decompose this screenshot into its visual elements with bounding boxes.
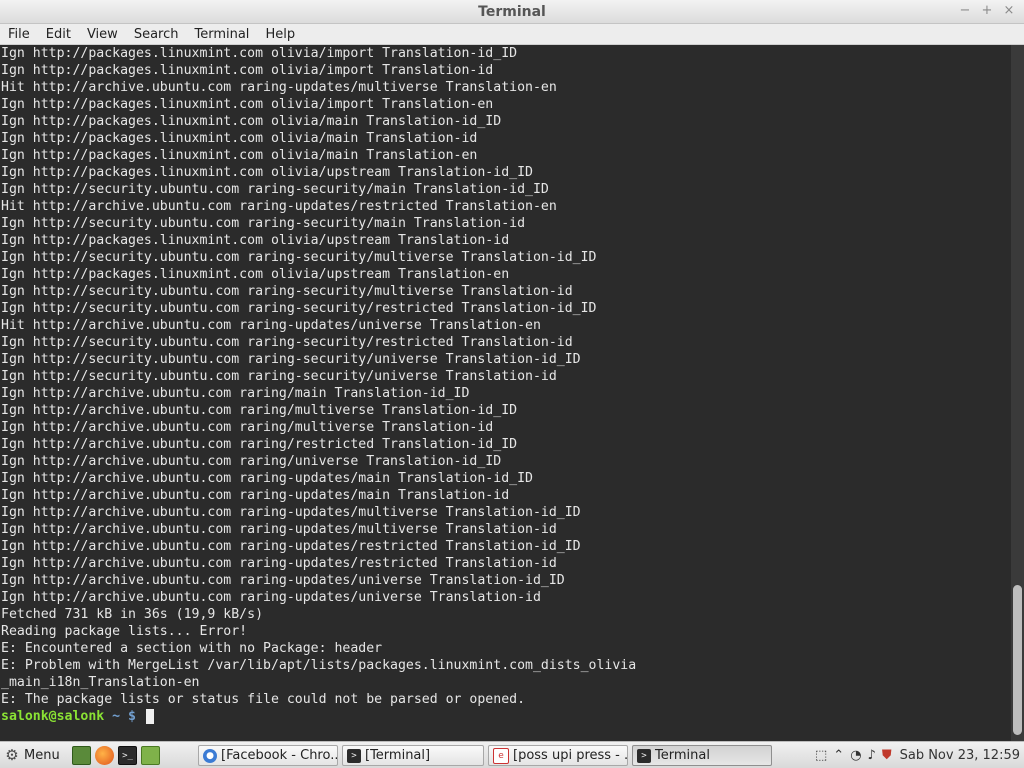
prompt-path: ~ $ xyxy=(104,709,144,724)
scrollbar-thumb[interactable] xyxy=(1013,585,1022,735)
document-icon: e xyxy=(493,747,509,764)
task-document[interactable]: e [poss upi press - ... xyxy=(488,745,628,766)
task-label: Terminal xyxy=(655,748,710,763)
network-icon[interactable]: ⬚ xyxy=(815,748,827,763)
terminal-line: Ign http://security.ubuntu.com raring-se… xyxy=(1,284,573,299)
terminal-line: Ign http://security.ubuntu.com raring-se… xyxy=(1,216,526,231)
start-menu-button[interactable]: ⚙ Menu xyxy=(4,745,60,765)
terminal-line: Ign http://packages.linuxmint.com olivia… xyxy=(1,97,494,112)
text-cursor xyxy=(145,709,154,724)
volume-icon[interactable]: ♪ xyxy=(868,748,876,763)
window-controls: − + × xyxy=(956,2,1018,20)
minimize-button[interactable]: − xyxy=(956,2,974,20)
terminal-line: Ign http://archive.ubuntu.com raring-upd… xyxy=(1,556,557,571)
maximize-button[interactable]: + xyxy=(978,2,996,20)
terminal-line: Ign http://packages.linuxmint.com olivia… xyxy=(1,148,478,163)
terminal-icon: > xyxy=(347,748,361,763)
menu-label: Menu xyxy=(24,747,60,763)
terminal-line: Ign http://archive.ubuntu.com raring-upd… xyxy=(1,522,557,537)
terminal-line: Ign http://archive.ubuntu.com raring-upd… xyxy=(1,539,581,554)
terminal-line: Ign http://archive.ubuntu.com raring-upd… xyxy=(1,488,510,503)
gear-icon: ⚙ xyxy=(5,746,19,764)
terminal-line: Ign http://security.ubuntu.com raring-se… xyxy=(1,250,597,265)
terminal-line: Fetched 731 kB in 36s (19,9 kB/s) xyxy=(1,607,264,622)
system-tray: ⬚ ⌃ ◔ ♪ ⛊ Sab Nov 23, 12:59 xyxy=(815,745,1020,766)
terminal-line: Ign http://archive.ubuntu.com raring/uni… xyxy=(1,454,502,469)
terminal-line: Ign http://packages.linuxmint.com olivia… xyxy=(1,114,502,129)
menu-view[interactable]: View xyxy=(79,24,126,45)
task-label: [Terminal] xyxy=(365,748,431,763)
chrome-icon: ● xyxy=(203,748,217,763)
terminal-icon[interactable]: >_ xyxy=(118,746,137,765)
terminal-line: Ign http://packages.linuxmint.com olivia… xyxy=(1,63,494,78)
menu-help[interactable]: Help xyxy=(257,24,303,45)
terminal-line: Hit http://archive.ubuntu.com raring-upd… xyxy=(1,318,541,333)
terminal-output[interactable]: Ign http://packages.linuxmint.com olivia… xyxy=(0,45,1011,741)
menu-bar: File Edit View Search Terminal Help xyxy=(0,24,1024,45)
task-list: ● [Facebook - Chro... > [Terminal] e [po… xyxy=(198,745,772,766)
task-facebook-chrome[interactable]: ● [Facebook - Chro... xyxy=(198,745,338,766)
terminal-scrollbar[interactable] xyxy=(1011,45,1024,741)
menu-edit[interactable]: Edit xyxy=(38,24,79,45)
menu-terminal[interactable]: Terminal xyxy=(186,24,257,45)
terminal-line: Ign http://security.ubuntu.com raring-se… xyxy=(1,369,557,384)
terminal-line: Ign http://packages.linuxmint.com olivia… xyxy=(1,233,510,248)
terminal-line: Ign http://packages.linuxmint.com olivia… xyxy=(1,46,518,61)
terminal-line: Ign http://archive.ubuntu.com raring-upd… xyxy=(1,505,581,520)
wifi-icon[interactable]: ◔ xyxy=(850,748,861,763)
window-title: Terminal xyxy=(478,4,546,20)
terminal-line: Ign http://security.ubuntu.com raring-se… xyxy=(1,182,549,197)
menu-file[interactable]: File xyxy=(0,24,38,45)
task-label: [Facebook - Chro... xyxy=(221,748,338,763)
prompt-user-host: salonk@salonk xyxy=(1,709,105,724)
close-button[interactable]: × xyxy=(1000,2,1018,20)
terminal-line: Hit http://archive.ubuntu.com raring-upd… xyxy=(1,80,557,95)
terminal-line: E: Encountered a section with no Package… xyxy=(1,641,383,656)
terminal-line: Ign http://archive.ubuntu.com raring/mai… xyxy=(1,386,470,401)
terminal-line: _main_i18n_Translation-en xyxy=(1,675,200,690)
terminal-line: Ign http://packages.linuxmint.com olivia… xyxy=(1,267,510,282)
files-icon[interactable] xyxy=(141,746,160,765)
task-terminal-bracketed[interactable]: > [Terminal] xyxy=(342,745,484,766)
chevron-up-icon[interactable]: ⌃ xyxy=(833,748,844,763)
terminal-line: Ign http://archive.ubuntu.com raring/mul… xyxy=(1,420,494,435)
firefox-icon[interactable] xyxy=(95,746,114,765)
menu-search[interactable]: Search xyxy=(126,24,187,45)
terminal-line: Ign http://archive.ubuntu.com raring-upd… xyxy=(1,471,533,486)
terminal-line: Ign http://archive.ubuntu.com raring/mul… xyxy=(1,403,518,418)
terminal-line: Ign http://archive.ubuntu.com raring-upd… xyxy=(1,590,541,605)
terminal-line: Reading package lists... Error! xyxy=(1,624,248,639)
show-desktop-icon[interactable] xyxy=(72,746,91,765)
window-titlebar[interactable]: Terminal − + × xyxy=(0,0,1024,24)
task-terminal-active[interactable]: > Terminal xyxy=(632,745,772,766)
terminal-lines: Ign http://packages.linuxmint.com olivia… xyxy=(1,45,1011,708)
update-shield-icon[interactable]: ⛊ xyxy=(882,748,892,763)
task-label: [poss upi press - ... xyxy=(513,748,628,763)
terminal-line: E: Problem with MergeList /var/lib/apt/l… xyxy=(1,658,637,673)
terminal-line: Hit http://archive.ubuntu.com raring-upd… xyxy=(1,199,557,214)
prompt-line[interactable]: salonk@salonk ~ $ xyxy=(1,708,1011,725)
bottom-panel: ⚙ Menu >_ ● [Facebook - Chro... > [Termi… xyxy=(0,741,1024,768)
terminal-line: Ign http://packages.linuxmint.com olivia… xyxy=(1,165,533,180)
clock[interactable]: Sab Nov 23, 12:59 xyxy=(900,748,1020,763)
terminal-line: Ign http://archive.ubuntu.com raring/res… xyxy=(1,437,518,452)
terminal-icon: > xyxy=(637,748,651,763)
terminal-line: Ign http://security.ubuntu.com raring-se… xyxy=(1,301,597,316)
panel-launchers: >_ xyxy=(72,746,160,765)
terminal-line: Ign http://archive.ubuntu.com raring-upd… xyxy=(1,573,565,588)
terminal-line: Ign http://packages.linuxmint.com olivia… xyxy=(1,131,478,146)
terminal-line: Ign http://security.ubuntu.com raring-se… xyxy=(1,335,573,350)
terminal-line: Ign http://security.ubuntu.com raring-se… xyxy=(1,352,581,367)
terminal-line: E: The package lists or status file coul… xyxy=(1,692,526,707)
